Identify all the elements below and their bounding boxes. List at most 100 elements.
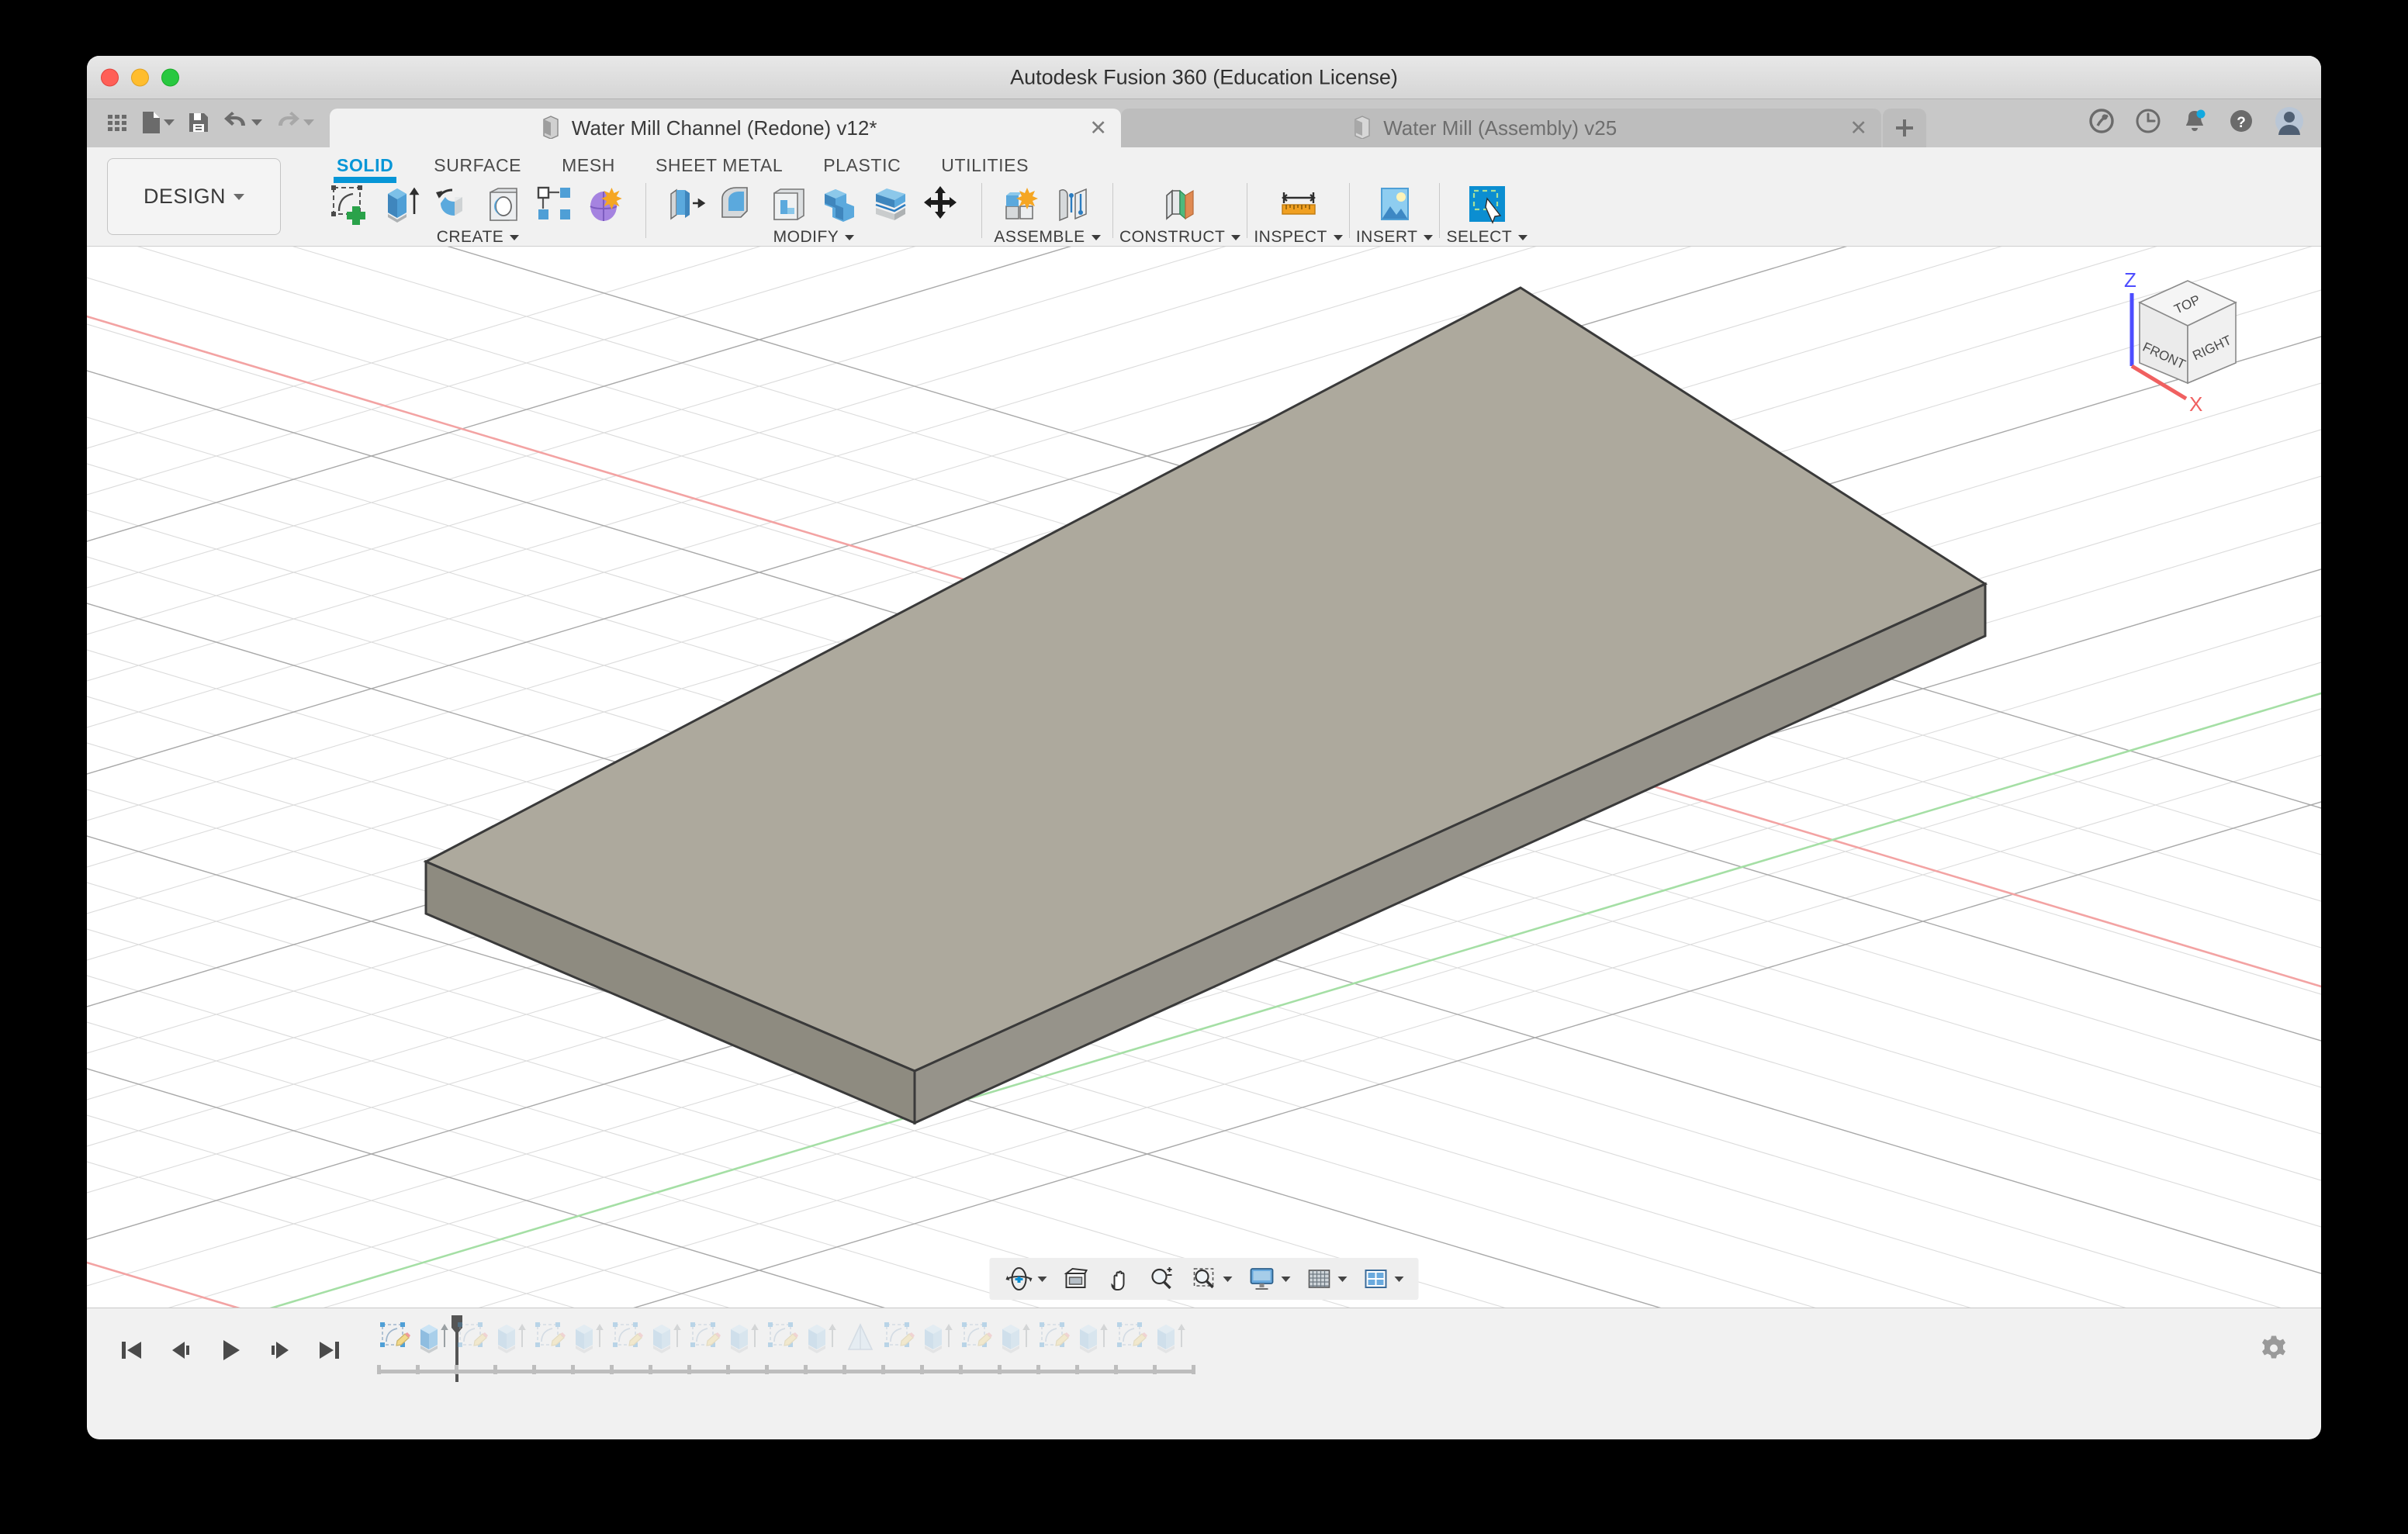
- viewport-canvas[interactable]: Z X TOP FRONT RIGHT: [87, 247, 2321, 1308]
- create-form-icon[interactable]: [583, 181, 628, 226]
- timeline-node-sketch[interactable]: [377, 1320, 416, 1365]
- gear-icon[interactable]: [2259, 1333, 2289, 1366]
- go-to-beginning-icon[interactable]: [118, 1337, 144, 1363]
- move-copy-icon[interactable]: [919, 181, 964, 226]
- document-tab-close-icon[interactable]: ✕: [1089, 118, 1107, 139]
- timeline-node-sketch[interactable]: [1036, 1320, 1075, 1365]
- document-tab-close-icon[interactable]: ✕: [1849, 118, 1867, 139]
- redo-icon[interactable]: [270, 108, 319, 137]
- orbit-caret-icon[interactable]: [1038, 1277, 1047, 1282]
- timeline-track[interactable]: [377, 1320, 1196, 1380]
- panel-title-modify[interactable]: MODIFY: [773, 228, 855, 247]
- split-face-icon[interactable]: [868, 181, 913, 226]
- timeline-node-extrude[interactable]: [726, 1320, 765, 1365]
- timeline-node-sketch[interactable]: [610, 1320, 649, 1365]
- insert-image-icon[interactable]: [1372, 181, 1417, 226]
- panel-title-create[interactable]: CREATE: [437, 228, 520, 247]
- fit-icon[interactable]: [1188, 1266, 1237, 1292]
- notifications-bell-icon[interactable]: [2181, 108, 2208, 138]
- timeline-node-sketch[interactable]: [1114, 1320, 1153, 1365]
- go-to-end-icon[interactable]: [317, 1337, 343, 1363]
- panel-title-inspect[interactable]: INSPECT: [1254, 228, 1343, 247]
- tab-solid[interactable]: SOLID: [317, 150, 413, 176]
- timeline-node-extrude[interactable]: [571, 1320, 610, 1365]
- fillet-icon[interactable]: [714, 181, 759, 226]
- measure-ruler-icon[interactable]: [1276, 181, 1321, 226]
- document-tab-inactive[interactable]: Water Mill (Assembly) v25 ✕: [1121, 109, 1881, 147]
- panel-title-construct[interactable]: CONSTRUCT: [1119, 228, 1240, 247]
- tab-sheet-metal[interactable]: SHEET METAL: [635, 150, 803, 176]
- zoom-icon[interactable]: [1144, 1266, 1180, 1292]
- combine-icon[interactable]: [817, 181, 862, 226]
- rectangular-pattern-icon[interactable]: [532, 181, 577, 226]
- construction-plane-icon[interactable]: [1157, 181, 1202, 226]
- display-settings-caret-icon[interactable]: [1282, 1277, 1291, 1282]
- document-tab-active[interactable]: Water Mill Channel (Redone) v12* ✕: [330, 109, 1121, 147]
- timeline-node-extrude[interactable]: [998, 1320, 1036, 1365]
- viewports-icon[interactable]: [1359, 1266, 1408, 1292]
- display-settings-icon[interactable]: [1244, 1266, 1295, 1292]
- revolve-icon[interactable]: [430, 181, 475, 226]
- timeline-node-sketch[interactable]: [881, 1320, 920, 1365]
- undo-icon[interactable]: [218, 108, 267, 137]
- play-icon[interactable]: [217, 1337, 244, 1363]
- timeline-node-sketch[interactable]: [455, 1320, 493, 1365]
- help-icon[interactable]: ?: [2228, 108, 2254, 138]
- panel-select-caret-icon[interactable]: [1518, 235, 1527, 240]
- tab-plastic[interactable]: PLASTIC: [803, 150, 921, 176]
- grid-snaps-icon[interactable]: [1303, 1266, 1351, 1292]
- timeline-node-extrude[interactable]: [804, 1320, 842, 1365]
- account-avatar[interactable]: [2275, 106, 2304, 140]
- look-at-icon[interactable]: [1059, 1266, 1095, 1292]
- select-cursor-icon[interactable]: [1465, 181, 1510, 226]
- timeline-node-sketch[interactable]: [532, 1320, 571, 1365]
- extensions-icon[interactable]: [2088, 108, 2115, 138]
- orbit-icon[interactable]: [1001, 1266, 1051, 1292]
- workspace-caret-icon[interactable]: [234, 194, 244, 200]
- undo-caret-icon[interactable]: [251, 119, 262, 126]
- timeline-node-extrude[interactable]: [1153, 1320, 1192, 1365]
- hole-icon[interactable]: [481, 181, 526, 226]
- timeline-node-extrude[interactable]: [920, 1320, 959, 1365]
- tab-utilities[interactable]: UTILITIES: [921, 150, 1049, 176]
- joint-icon[interactable]: [1050, 181, 1095, 226]
- timeline-node-extrude[interactable]: [649, 1320, 687, 1365]
- panel-insert-caret-icon[interactable]: [1424, 235, 1433, 240]
- timeline-node-extrude[interactable]: [1075, 1320, 1114, 1365]
- workspace-switcher[interactable]: DESIGN: [107, 158, 281, 235]
- viewports-caret-icon[interactable]: [1395, 1277, 1404, 1282]
- panel-title-assemble[interactable]: ASSEMBLE: [994, 228, 1100, 247]
- press-pull-icon[interactable]: [663, 181, 708, 226]
- shell-icon[interactable]: [766, 181, 811, 226]
- redo-caret-icon[interactable]: [303, 119, 314, 126]
- panel-title-select[interactable]: SELECT: [1446, 228, 1527, 247]
- step-forward-icon[interactable]: [267, 1337, 293, 1363]
- panel-construct-caret-icon[interactable]: [1231, 235, 1240, 240]
- timeline-node-sketch[interactable]: [687, 1320, 726, 1365]
- panel-create-caret-icon[interactable]: [510, 235, 519, 240]
- timeline-node-sketch[interactable]: [765, 1320, 804, 1365]
- view-cube[interactable]: Z X TOP FRONT RIGHT: [2099, 265, 2278, 420]
- panel-inspect-caret-icon[interactable]: [1334, 235, 1343, 240]
- timeline-node-sketch[interactable]: [959, 1320, 998, 1365]
- timeline-node-extrude[interactable]: [493, 1320, 532, 1365]
- tab-mesh[interactable]: MESH: [541, 150, 635, 176]
- job-status-clock-icon[interactable]: [2135, 108, 2161, 138]
- new-tab-button[interactable]: [1883, 109, 1926, 147]
- step-back-icon[interactable]: [168, 1337, 194, 1363]
- timeline-node-extrude[interactable]: [416, 1320, 455, 1365]
- new-file-caret-icon[interactable]: [164, 119, 175, 126]
- save-icon[interactable]: [182, 108, 215, 137]
- pan-icon[interactable]: [1102, 1266, 1137, 1292]
- fit-caret-icon[interactable]: [1223, 1277, 1233, 1282]
- panel-title-insert[interactable]: INSERT: [1356, 228, 1434, 247]
- timeline-node-plane[interactable]: [842, 1320, 881, 1365]
- extrude-icon[interactable]: [379, 181, 424, 226]
- model-rectangular-plate[interactable]: [87, 247, 2321, 1308]
- app-grid-icon[interactable]: [101, 108, 133, 137]
- panel-assemble-caret-icon[interactable]: [1092, 235, 1101, 240]
- new-file-icon[interactable]: [137, 107, 179, 138]
- grid-snaps-caret-icon[interactable]: [1338, 1277, 1348, 1282]
- new-component-icon[interactable]: [999, 181, 1044, 226]
- create-sketch-icon[interactable]: [327, 181, 372, 226]
